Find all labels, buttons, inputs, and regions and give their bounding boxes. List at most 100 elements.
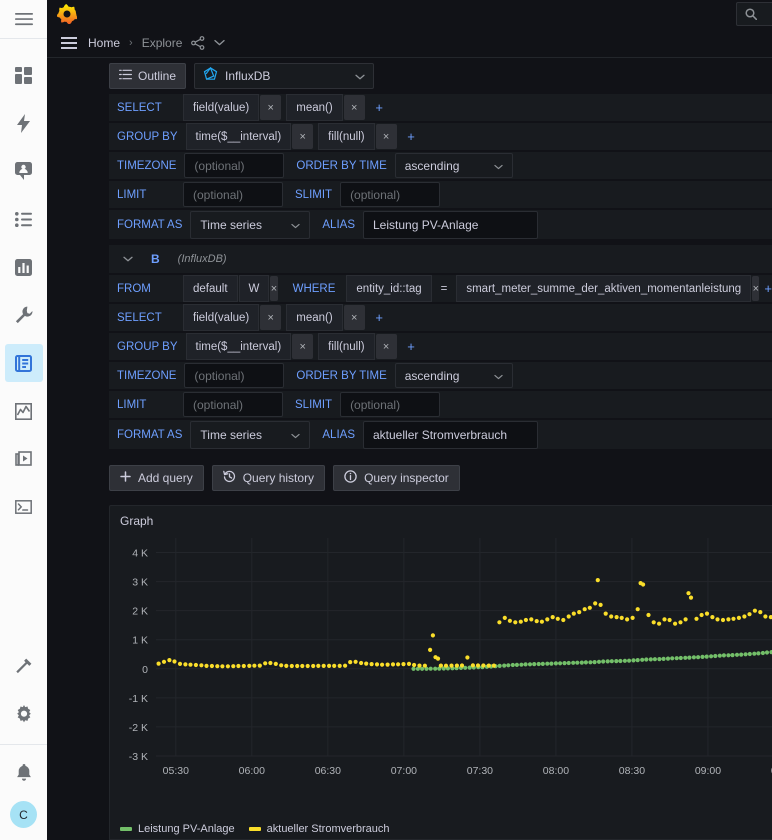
where-operator-segment[interactable]: = <box>433 275 456 302</box>
timeseries-plot[interactable]: 4 K3 K2 K1 K0-1 K-2 K-3 K05:3006:0006:30… <box>110 528 772 790</box>
row-filler <box>440 181 772 208</box>
remove-groupby-fill-button[interactable]: × <box>376 124 397 149</box>
add-query-button[interactable]: Add query <box>109 465 204 491</box>
hammer-icon[interactable] <box>5 647 43 685</box>
from-policy-segment[interactable]: default <box>183 275 238 302</box>
grafana-logo-icon[interactable] <box>57 4 77 24</box>
query-b-limit-row: LIMIT (optional) SLIMIT (optional) <box>109 391 772 418</box>
remove-select-field-button[interactable]: × <box>260 305 281 330</box>
group-by-label[interactable]: GROUP BY <box>109 333 186 360</box>
rail-items <box>0 39 47 531</box>
query-b-from-row: FROM default W × WHERE entity_id::tag = … <box>109 275 772 302</box>
remove-groupby-time-button[interactable]: × <box>292 334 313 359</box>
sidebar-item-explore[interactable] <box>5 344 43 382</box>
add-select-part-button[interactable]: + <box>370 95 389 120</box>
groupby-segment-time[interactable]: time($__interval) <box>186 123 292 150</box>
alias-input[interactable]: Leistung PV-Anlage <box>363 211 538 239</box>
from-measurement-segment[interactable]: W <box>239 275 270 302</box>
slimit-input[interactable]: (optional) <box>340 182 440 207</box>
bell-icon[interactable] <box>5 754 43 792</box>
alias-label: ALIAS <box>310 211 363 238</box>
breadcrumb-item-home[interactable]: Home <box>88 36 120 50</box>
limit-input[interactable]: (optional) <box>183 182 283 207</box>
query-b-id: B <box>151 252 160 266</box>
remove-measurement-button[interactable]: × <box>270 276 277 301</box>
format-as-select[interactable]: Time series <box>190 211 310 239</box>
group-by-label[interactable]: GROUP BY <box>109 123 186 150</box>
sidebar-item-playlists[interactable] <box>5 200 43 238</box>
add-where-button[interactable]: + <box>764 276 772 301</box>
query-a-groupby-row: GROUP BY time($__interval) × fill(null) … <box>109 123 772 150</box>
sidebar-item-dashboards[interactable] <box>5 56 43 94</box>
sidebar-item-playlist-play[interactable] <box>5 440 43 478</box>
row-filler <box>538 211 772 238</box>
sidebar-item-terminal[interactable] <box>5 488 43 526</box>
chevron-down-icon[interactable] <box>214 39 225 46</box>
alias-input[interactable]: aktueller Stromverbrauch <box>363 421 538 449</box>
avatar[interactable]: C <box>10 801 37 828</box>
remove-where-button[interactable]: × <box>752 276 759 301</box>
sidebar-item-alerting[interactable] <box>5 104 43 142</box>
order-by-time-select[interactable]: ascending <box>395 363 513 388</box>
chevron-down-icon[interactable] <box>123 253 133 265</box>
query-b-timezone-row: TIMEZONE (optional) ORDER BY TIME ascend… <box>109 362 772 389</box>
select-segment-field[interactable]: field(value) <box>183 304 259 331</box>
sidebar-item-reporting[interactable] <box>5 248 43 286</box>
hamburger-icon[interactable] <box>5 0 43 38</box>
legend-item[interactable]: aktueller Stromverbrauch <box>249 823 390 835</box>
sidebar-item-profile[interactable] <box>5 152 43 190</box>
outline-button[interactable]: Outline <box>109 63 186 89</box>
rail-menu-toggle-row <box>0 0 47 39</box>
remove-groupby-fill-button[interactable]: × <box>376 334 397 359</box>
timezone-input[interactable]: (optional) <box>184 363 284 388</box>
select-segment-field[interactable]: field(value) <box>183 94 259 121</box>
svg-text:08:30: 08:30 <box>619 765 645 777</box>
format-as-label: FORMAT AS <box>109 211 190 238</box>
select-segment-mean[interactable]: mean() <box>286 94 342 121</box>
query-history-button[interactable]: Query history <box>212 465 325 491</box>
rail-bottom-items: C <box>0 642 47 840</box>
breadcrumb-item-explore[interactable]: Explore <box>142 36 183 50</box>
slimit-input[interactable]: (optional) <box>340 392 440 417</box>
remove-select-field-button[interactable]: × <box>260 95 281 120</box>
remove-select-mean-button[interactable]: × <box>344 305 365 330</box>
format-as-select[interactable]: Time series <box>190 421 310 449</box>
query-inspector-button[interactable]: Query inspector <box>333 465 460 491</box>
add-select-part-button[interactable]: + <box>370 305 389 330</box>
query-editor: SELECT field(value) × mean() × + GROUP B… <box>47 94 772 505</box>
query-history-label: Query history <box>243 471 314 485</box>
timezone-input[interactable]: (optional) <box>184 153 284 178</box>
select-label[interactable]: SELECT <box>109 94 183 121</box>
alias-label: ALIAS <box>310 421 363 448</box>
explore-toolbar: Outline InfluxDB <box>47 58 772 94</box>
row-filler <box>421 333 772 360</box>
order-by-time-select[interactable]: ascending <box>395 153 513 178</box>
select-segment-mean[interactable]: mean() <box>286 304 342 331</box>
legend-item[interactable]: Leistung PV-Anlage <box>120 823 235 835</box>
share-nodes-icon[interactable] <box>191 36 205 50</box>
gear-icon[interactable] <box>5 695 43 733</box>
svg-text:09:00: 09:00 <box>695 765 721 777</box>
search-input[interactable] <box>736 2 772 26</box>
sidebar-item-configuration[interactable] <box>5 296 43 334</box>
where-tag-key-segment[interactable]: entity_id::tag <box>346 275 431 302</box>
where-tag-value-segment[interactable]: smart_meter_summe_der_aktiven_momentanle… <box>456 275 751 302</box>
groupby-segment-fill[interactable]: fill(null) <box>318 333 374 360</box>
chevron-down-icon <box>484 159 503 173</box>
sidebar-item-metrics[interactable] <box>5 392 43 430</box>
limit-input[interactable]: (optional) <box>183 392 283 417</box>
select-label[interactable]: SELECT <box>109 304 183 331</box>
add-groupby-part-button[interactable]: + <box>402 334 421 359</box>
svg-text:07:00: 07:00 <box>391 765 417 777</box>
svg-text:-1 K: -1 K <box>129 693 148 705</box>
datasource-picker[interactable]: InfluxDB <box>194 63 374 89</box>
remove-select-mean-button[interactable]: × <box>344 95 365 120</box>
svg-text:2 K: 2 K <box>132 606 148 618</box>
add-groupby-part-button[interactable]: + <box>402 124 421 149</box>
groupby-segment-fill[interactable]: fill(null) <box>318 123 374 150</box>
menu-toggle-icon[interactable] <box>59 35 79 51</box>
row-filler <box>389 304 772 331</box>
groupby-segment-time[interactable]: time($__interval) <box>186 333 292 360</box>
remove-groupby-time-button[interactable]: × <box>292 124 313 149</box>
plot-area[interactable]: 4 K3 K2 K1 K0-1 K-2 K-3 K05:3006:0006:30… <box>110 528 772 820</box>
